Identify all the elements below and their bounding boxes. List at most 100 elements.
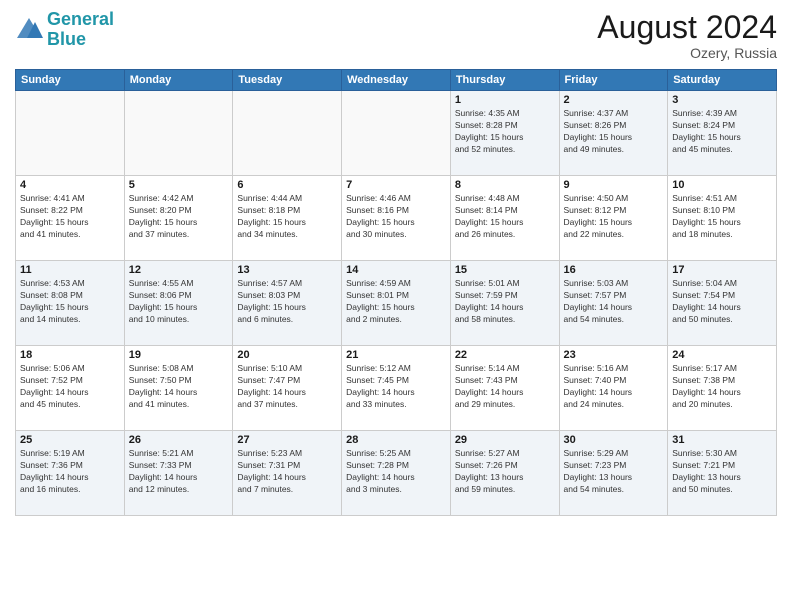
calendar-cell: 20 Sunrise: 5:10 AMSunset: 7:47 PMDayligh…	[233, 346, 342, 431]
calendar-cell: 7Sunrise: 4:46 AMSunset: 8:16 PMDaylight…	[342, 176, 451, 261]
day-header-tuesday: Tuesday	[233, 70, 342, 91]
day-info: Sunrise: 5:16 AMSunset: 7:40 PMDaylight:…	[564, 363, 664, 411]
calendar-cell: 18 Sunrise: 5:06 AMSunset: 7:52 PMDayligh…	[16, 346, 125, 431]
day-info: Sunrise: 5:21 AMSunset: 7:33 PMDaylight:…	[129, 448, 229, 496]
day-info: Sunrise: 5:01 AMSunset: 7:59 PMDaylight:…	[455, 278, 555, 326]
logo: General Blue	[15, 10, 114, 50]
day-info: Sunrise: 4:50 AMSunset: 8:12 PMDaylight:…	[564, 193, 664, 241]
day-number: 4	[20, 179, 120, 191]
day-header-monday: Monday	[124, 70, 233, 91]
day-number: 13	[237, 264, 337, 276]
day-info: Sunrise: 4:41 AMSunset: 8:22 PMDaylight:…	[20, 193, 120, 241]
calendar-cell: 4 Sunrise: 4:41 AMSunset: 8:22 PMDaylight…	[16, 176, 125, 261]
day-number: 9	[564, 179, 664, 191]
day-number: 8	[455, 179, 555, 191]
calendar-cell: 5 Sunrise: 4:42 AMSunset: 8:20 PMDaylight…	[124, 176, 233, 261]
calendar-cell	[233, 91, 342, 176]
day-header-thursday: Thursday	[450, 70, 559, 91]
calendar-cell: 10 Sunrise: 4:51 AMSunset: 8:10 PMDayligh…	[668, 176, 777, 261]
day-number: 19	[129, 349, 229, 361]
page: General Blue August 2024 Ozery, Russia S…	[0, 0, 792, 612]
calendar-cell: 27Sunrise: 5:23 AMSunset: 7:31 PMDayligh…	[233, 431, 342, 516]
calendar-week-0: 1 Sunrise: 4:35 AMSunset: 8:28 PMDaylight…	[16, 91, 777, 176]
day-number: 16	[564, 264, 664, 276]
calendar-week-2: 11Sunrise: 4:53 AMSunset: 8:08 PMDayligh…	[16, 261, 777, 346]
day-info: Sunrise: 5:04 AMSunset: 7:54 PMDaylight:…	[672, 278, 772, 326]
day-info: Sunrise: 4:42 AMSunset: 8:20 PMDaylight:…	[129, 193, 229, 241]
calendar-cell: 6Sunrise: 4:44 AMSunset: 8:18 PMDaylight…	[233, 176, 342, 261]
day-info: Sunrise: 5:17 AMSunset: 7:38 PMDaylight:…	[672, 363, 772, 411]
day-number: 1	[455, 94, 555, 106]
day-header-wednesday: Wednesday	[342, 70, 451, 91]
calendar-week-3: 18 Sunrise: 5:06 AMSunset: 7:52 PMDayligh…	[16, 346, 777, 431]
day-info: Sunrise: 5:25 AMSunset: 7:28 PMDaylight:…	[346, 448, 446, 496]
calendar-cell: 14 Sunrise: 4:59 AMSunset: 8:01 PMDayligh…	[342, 261, 451, 346]
day-number: 18	[20, 349, 120, 361]
title-block: August 2024 Ozery, Russia	[597, 10, 777, 61]
day-info: Sunrise: 4:35 AMSunset: 8:28 PMDaylight:…	[455, 108, 555, 156]
day-info: Sunrise: 5:08 AMSunset: 7:50 PMDaylight:…	[129, 363, 229, 411]
day-number: 30	[564, 434, 664, 446]
day-number: 22	[455, 349, 555, 361]
day-number: 31	[672, 434, 772, 446]
day-number: 3	[672, 94, 772, 106]
day-info: Sunrise: 5:10 AMSunset: 7:47 PMDaylight:…	[237, 363, 337, 411]
calendar-cell: 26Sunrise: 5:21 AMSunset: 7:33 PMDayligh…	[124, 431, 233, 516]
calendar-week-1: 4 Sunrise: 4:41 AMSunset: 8:22 PMDaylight…	[16, 176, 777, 261]
day-number: 25	[20, 434, 120, 446]
calendar-cell: 13 Sunrise: 4:57 AMSunset: 8:03 PMDayligh…	[233, 261, 342, 346]
calendar-cell: 21Sunrise: 5:12 AMSunset: 7:45 PMDayligh…	[342, 346, 451, 431]
calendar-cell: 12Sunrise: 4:55 AMSunset: 8:06 PMDayligh…	[124, 261, 233, 346]
calendar-cell: 19 Sunrise: 5:08 AMSunset: 7:50 PMDayligh…	[124, 346, 233, 431]
logo-icon	[15, 16, 43, 44]
day-header-sunday: Sunday	[16, 70, 125, 91]
calendar-cell	[124, 91, 233, 176]
day-number: 7	[346, 179, 446, 191]
day-number: 28	[346, 434, 446, 446]
calendar-cell: 17 Sunrise: 5:04 AMSunset: 7:54 PMDayligh…	[668, 261, 777, 346]
calendar-cell: 16 Sunrise: 5:03 AMSunset: 7:57 PMDayligh…	[559, 261, 668, 346]
day-number: 14	[346, 264, 446, 276]
calendar-cell	[16, 91, 125, 176]
day-info: Sunrise: 5:14 AMSunset: 7:43 PMDaylight:…	[455, 363, 555, 411]
day-number: 29	[455, 434, 555, 446]
header: General Blue August 2024 Ozery, Russia	[15, 10, 777, 61]
day-info: Sunrise: 4:59 AMSunset: 8:01 PMDaylight:…	[346, 278, 446, 326]
day-info: Sunrise: 4:39 AMSunset: 8:24 PMDaylight:…	[672, 108, 772, 156]
calendar-cell: 8 Sunrise: 4:48 AMSunset: 8:14 PMDaylight…	[450, 176, 559, 261]
day-header-friday: Friday	[559, 70, 668, 91]
day-info: Sunrise: 4:48 AMSunset: 8:14 PMDaylight:…	[455, 193, 555, 241]
calendar-cell: 24Sunrise: 5:17 AMSunset: 7:38 PMDayligh…	[668, 346, 777, 431]
logo-line1: General	[47, 9, 114, 29]
day-info: Sunrise: 5:30 AMSunset: 7:21 PMDaylight:…	[672, 448, 772, 496]
day-info: Sunrise: 5:12 AMSunset: 7:45 PMDaylight:…	[346, 363, 446, 411]
day-info: Sunrise: 5:03 AMSunset: 7:57 PMDaylight:…	[564, 278, 664, 326]
day-number: 10	[672, 179, 772, 191]
day-info: Sunrise: 4:44 AMSunset: 8:18 PMDaylight:…	[237, 193, 337, 241]
calendar-cell: 2Sunrise: 4:37 AMSunset: 8:26 PMDaylight…	[559, 91, 668, 176]
day-info: Sunrise: 5:06 AMSunset: 7:52 PMDaylight:…	[20, 363, 120, 411]
calendar-cell: 9 Sunrise: 4:50 AMSunset: 8:12 PMDaylight…	[559, 176, 668, 261]
calendar-cell: 22 Sunrise: 5:14 AMSunset: 7:43 PMDayligh…	[450, 346, 559, 431]
day-info: Sunrise: 5:23 AMSunset: 7:31 PMDaylight:…	[237, 448, 337, 496]
day-number: 20	[237, 349, 337, 361]
day-number: 17	[672, 264, 772, 276]
calendar-cell: 11Sunrise: 4:53 AMSunset: 8:08 PMDayligh…	[16, 261, 125, 346]
day-info: Sunrise: 5:19 AMSunset: 7:36 PMDaylight:…	[20, 448, 120, 496]
logo-line2: Blue	[47, 29, 86, 49]
calendar-cell: 15Sunrise: 5:01 AMSunset: 7:59 PMDayligh…	[450, 261, 559, 346]
month-title: August 2024	[597, 10, 777, 45]
header-row: SundayMondayTuesdayWednesdayThursdayFrid…	[16, 70, 777, 91]
calendar-week-4: 25 Sunrise: 5:19 AMSunset: 7:36 PMDayligh…	[16, 431, 777, 516]
calendar-cell	[342, 91, 451, 176]
day-number: 5	[129, 179, 229, 191]
day-info: Sunrise: 4:57 AMSunset: 8:03 PMDaylight:…	[237, 278, 337, 326]
day-info: Sunrise: 4:51 AMSunset: 8:10 PMDaylight:…	[672, 193, 772, 241]
calendar-cell: 28 Sunrise: 5:25 AMSunset: 7:28 PMDayligh…	[342, 431, 451, 516]
day-info: Sunrise: 4:53 AMSunset: 8:08 PMDaylight:…	[20, 278, 120, 326]
calendar-cell: 3 Sunrise: 4:39 AMSunset: 8:24 PMDaylight…	[668, 91, 777, 176]
calendar-cell: 1 Sunrise: 4:35 AMSunset: 8:28 PMDaylight…	[450, 91, 559, 176]
calendar-cell: 25 Sunrise: 5:19 AMSunset: 7:36 PMDayligh…	[16, 431, 125, 516]
day-info: Sunrise: 5:27 AMSunset: 7:26 PMDaylight:…	[455, 448, 555, 496]
day-number: 23	[564, 349, 664, 361]
